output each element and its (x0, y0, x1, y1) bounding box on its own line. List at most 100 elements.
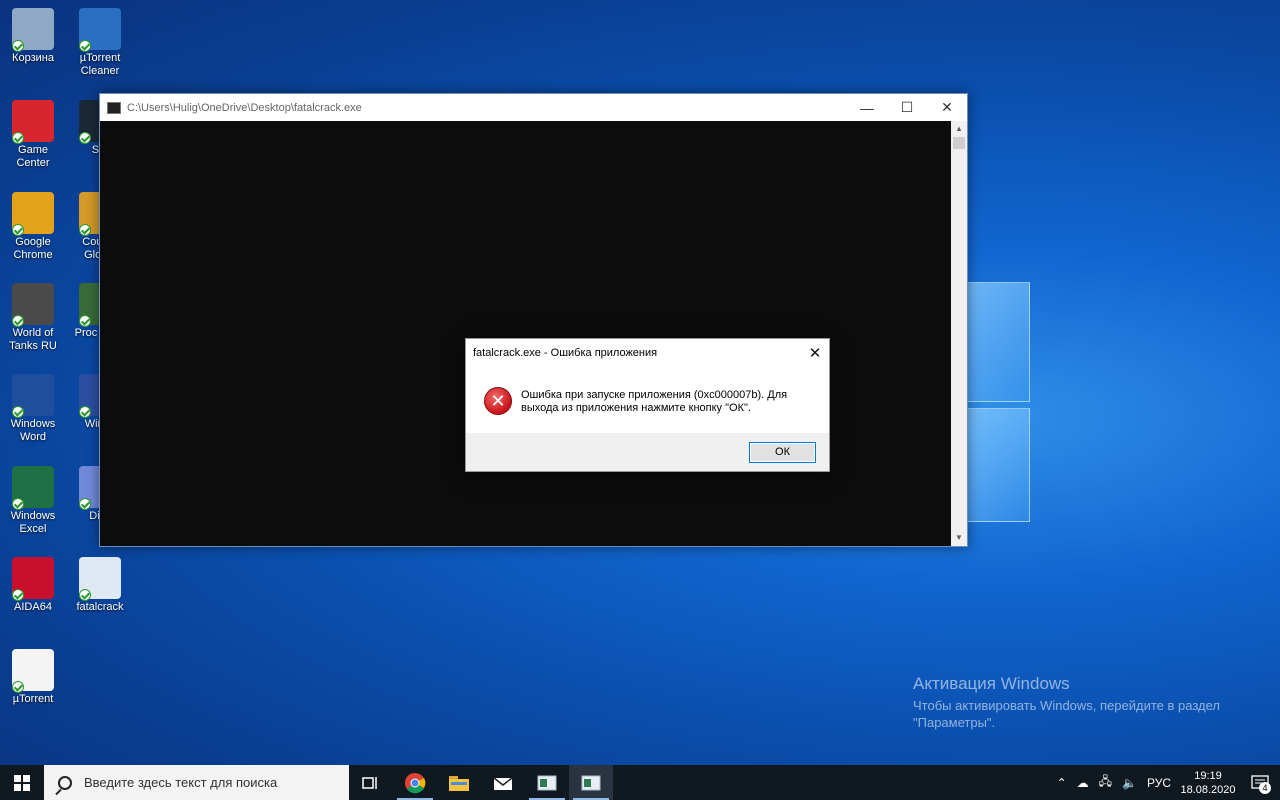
desktop-shortcut-label: Google Chrome (13, 236, 53, 261)
sync-check-icon (12, 315, 24, 327)
notification-count-badge: 4 (1259, 782, 1271, 794)
clock-date: 18.08.2020 (1180, 783, 1236, 796)
desktop-shortcut-label: Windows Word (10, 418, 56, 443)
volume-icon[interactable]: 🔈 (1122, 776, 1137, 790)
language-indicator[interactable]: РУС (1147, 776, 1171, 790)
taskbar-mail[interactable] (481, 765, 525, 800)
desktop-shortcut-label: µTorrent Cleaner (79, 52, 121, 77)
sync-check-icon (12, 132, 24, 144)
onedrive-icon[interactable]: ☁ (1077, 776, 1089, 790)
activation-line: Чтобы активировать Windows, перейдите в … (913, 698, 1220, 713)
sync-check-icon (79, 40, 91, 52)
dialog-message: Ошибка при запуске приложения (0xc000007… (521, 389, 788, 414)
ok-button[interactable]: ОК (749, 442, 816, 463)
scroll-thumb[interactable] (953, 137, 965, 149)
activation-watermark: Активация Windows Чтобы активировать Win… (913, 674, 1220, 731)
sync-check-icon (79, 315, 91, 327)
sync-check-icon (12, 681, 24, 693)
dialog-body: ✕ Ошибка при запуске приложения (0xc0000… (466, 367, 829, 435)
desktop-shortcut[interactable]: µTorrent Cleaner (67, 8, 133, 78)
sync-check-icon (79, 498, 91, 510)
utorrent-file-icon (12, 649, 54, 693)
activation-text: Чтобы активировать Windows, перейдите в … (913, 697, 1220, 731)
system-tray: ⌃ ☁ 🖧 🔈 РУС 19:19 18.08.2020 4 (1052, 765, 1280, 800)
recycle-bin-icon (12, 8, 54, 52)
desktop-shortcut[interactable]: Game Center (0, 100, 66, 170)
desktop-shortcut-label: Windows Excel (10, 510, 56, 535)
mail-icon (493, 776, 513, 790)
desktop-shortcut[interactable]: Корзина (0, 8, 66, 65)
start-button[interactable] (0, 765, 44, 800)
desktop-shortcut-label: Корзина (12, 52, 54, 64)
desktop-shortcut[interactable]: Windows Excel (0, 466, 66, 536)
game-center-icon (12, 100, 54, 144)
windows-logo-icon (14, 774, 30, 791)
clock[interactable]: 19:19 18.08.2020 (1176, 769, 1240, 797)
taskbar: Введите здесь текст для поиска ⌃ ☁ 🖧 🔈 Р… (0, 765, 1280, 800)
sync-check-icon (12, 224, 24, 236)
activation-line: "Параметры". (913, 715, 996, 730)
scroll-up-icon[interactable]: ▲ (951, 121, 967, 137)
world-of-tanks-icon (12, 283, 54, 327)
taskbar-app-window-1[interactable] (525, 765, 569, 800)
task-view-button[interactable] (349, 765, 393, 800)
search-placeholder: Введите здесь текст для поиска (84, 775, 278, 790)
activation-title: Активация Windows (913, 674, 1070, 693)
desktop-shortcut-label: AIDA64 (14, 601, 52, 613)
sync-check-icon (12, 406, 24, 418)
sync-check-icon (12, 40, 24, 52)
error-dialog[interactable]: fatalcrack.exe - Ошибка приложения ✕ ✕ О… (465, 338, 830, 472)
network-icon[interactable]: 🖧 (1099, 772, 1112, 793)
desktop-shortcut[interactable]: World of Tanks RU (0, 283, 66, 353)
taskbar-console-window[interactable] (569, 765, 613, 800)
utorrent-cleaner-icon (79, 8, 121, 52)
excel-icon (12, 466, 54, 510)
search-icon (58, 775, 72, 790)
desktop-shortcut-label: fatalcrack (76, 601, 124, 613)
sync-check-icon (79, 589, 91, 601)
sync-check-icon (12, 498, 24, 510)
desktop-shortcut[interactable]: AIDA64 (0, 557, 66, 614)
sync-check-icon (79, 406, 91, 418)
console-output[interactable] (100, 121, 951, 546)
console-scrollbar[interactable]: ▲ ▼ (951, 121, 967, 546)
console-titlebar[interactable]: C:\Users\Hulig\OneDrive\Desktop\fatalcra… (100, 94, 967, 121)
sync-check-icon (79, 224, 91, 236)
folder-icon (449, 775, 469, 791)
desktop-shortcut-label: Game Center (16, 144, 50, 169)
maximize-button[interactable]: ☐ (887, 94, 927, 121)
desktop-shortcut-label: µTorrent (12, 693, 54, 705)
aida64-icon (12, 557, 54, 601)
dialog-footer: ОК (466, 433, 829, 471)
word-icon (12, 374, 54, 418)
window-app-icon (537, 775, 557, 790)
desktop-shortcut[interactable]: Google Chrome (0, 192, 66, 262)
console-app-icon (107, 101, 121, 114)
fatalcrack-icon (79, 557, 121, 601)
clock-time: 19:19 (1194, 769, 1222, 782)
window-app-icon (581, 775, 601, 790)
tray-overflow-icon[interactable]: ⌃ (1057, 776, 1067, 790)
taskbar-search-box[interactable]: Введите здесь текст для поиска (44, 765, 349, 800)
action-center-button[interactable]: 4 (1240, 765, 1280, 800)
console-title: C:\Users\Hulig\OneDrive\Desktop\fatalcra… (127, 101, 362, 114)
dialog-titlebar[interactable]: fatalcrack.exe - Ошибка приложения ✕ (466, 339, 829, 367)
desktop-shortcut[interactable]: fatalcrack (67, 557, 133, 614)
desktop-shortcut[interactable]: µTorrent (0, 649, 66, 706)
taskbar-chrome[interactable] (393, 765, 437, 800)
desktop-shortcut[interactable]: Windows Word (0, 374, 66, 444)
task-view-icon (362, 776, 377, 789)
sync-check-icon (12, 589, 24, 601)
dialog-title: fatalcrack.exe - Ошибка приложения (473, 347, 658, 359)
scroll-down-icon[interactable]: ▼ (951, 530, 967, 546)
google-chrome-icon (12, 192, 54, 236)
dialog-close-button[interactable]: ✕ (801, 339, 829, 367)
console-window[interactable]: C:\Users\Hulig\OneDrive\Desktop\fatalcra… (99, 93, 968, 547)
chrome-icon (405, 772, 426, 793)
sync-check-icon (79, 132, 91, 144)
taskbar-file-explorer[interactable] (437, 765, 481, 800)
error-icon: ✕ (484, 387, 512, 415)
minimize-button[interactable]: — (847, 94, 887, 121)
desktop-shortcut-label: World of Tanks RU (9, 327, 57, 352)
close-button[interactable]: ✕ (927, 94, 967, 121)
